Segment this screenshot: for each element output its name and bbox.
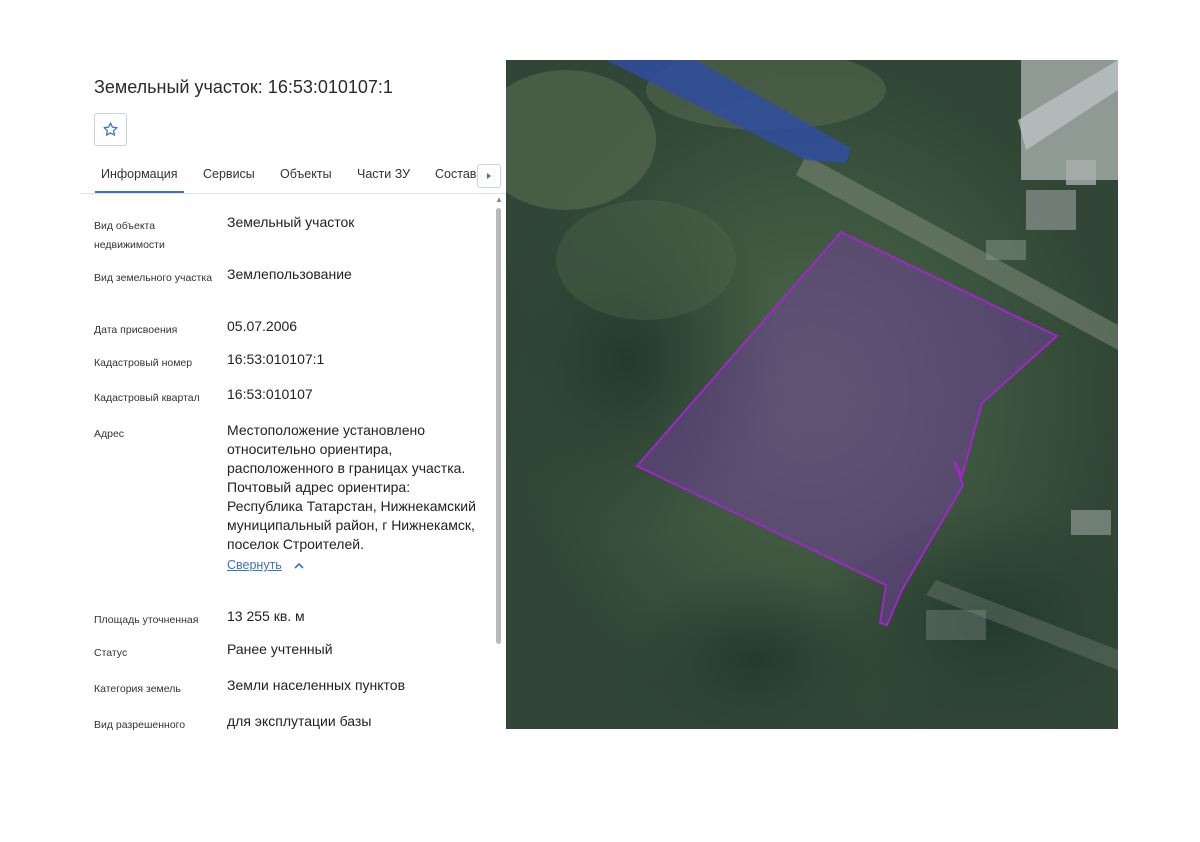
field-value: Земельный участок (227, 214, 355, 230)
field-label: Кадастровый квартал (94, 392, 200, 404)
chevron-right-icon (487, 173, 491, 179)
scrollbar-thumb[interactable] (496, 208, 501, 644)
tab-bar: Информация Сервисы Объекты Части ЗУ Сост… (80, 155, 506, 194)
field-label: Статус (94, 647, 128, 659)
field-value: Ранее учтенный (227, 641, 333, 657)
field-value: 16:53:010107:1 (227, 351, 325, 367)
field-value: 13 255 кв. м (227, 608, 305, 624)
field-value: Землепользование (227, 266, 352, 282)
scroll-up-arrow[interactable]: ▲ (495, 196, 503, 204)
field-label: Категория земель (94, 683, 181, 695)
address-text: Местоположение установлено относительно … (227, 422, 476, 552)
collapse-link[interactable]: Свернуть (227, 556, 282, 575)
tab-composition[interactable]: Состав (435, 167, 476, 181)
field-label: Вид объекта недвижимости (94, 220, 165, 251)
tab-information[interactable]: Информация (95, 167, 184, 193)
field-label: Вид земельного участка (94, 272, 213, 284)
favorite-button[interactable] (94, 113, 127, 146)
collapse-link-container: Свернуть (227, 554, 484, 575)
info-panel: Земельный участок: 16:53:010107:1 Информ… (80, 60, 506, 732)
satellite-map[interactable] (506, 60, 1118, 729)
field-value: 16:53:010107 (227, 386, 313, 402)
field-label: Площадь уточненная (94, 614, 199, 626)
field-label: Вид разрешенного (94, 719, 186, 731)
field-label: Адрес (94, 428, 125, 440)
field-label: Дата присвоения (94, 324, 178, 336)
page-title: Земельный участок: 16:53:010107:1 (94, 77, 393, 97)
tab-services[interactable]: Сервисы (203, 167, 255, 181)
field-label: Кадастровый номер (94, 357, 193, 369)
field-value: 05.07.2006 (227, 318, 298, 334)
chevron-up-icon[interactable] (294, 562, 304, 569)
field-value-container: Местоположение установлено относительно … (227, 421, 484, 575)
star-icon (103, 122, 118, 136)
map-layer (506, 60, 1118, 729)
next-tab-button[interactable] (477, 164, 501, 188)
tab-objects[interactable]: Объекты (280, 167, 332, 181)
tab-parts[interactable]: Части ЗУ (357, 167, 410, 181)
field-value: для эксплутации базы (227, 713, 372, 729)
field-value: Земли населенных пунктов (227, 677, 406, 693)
